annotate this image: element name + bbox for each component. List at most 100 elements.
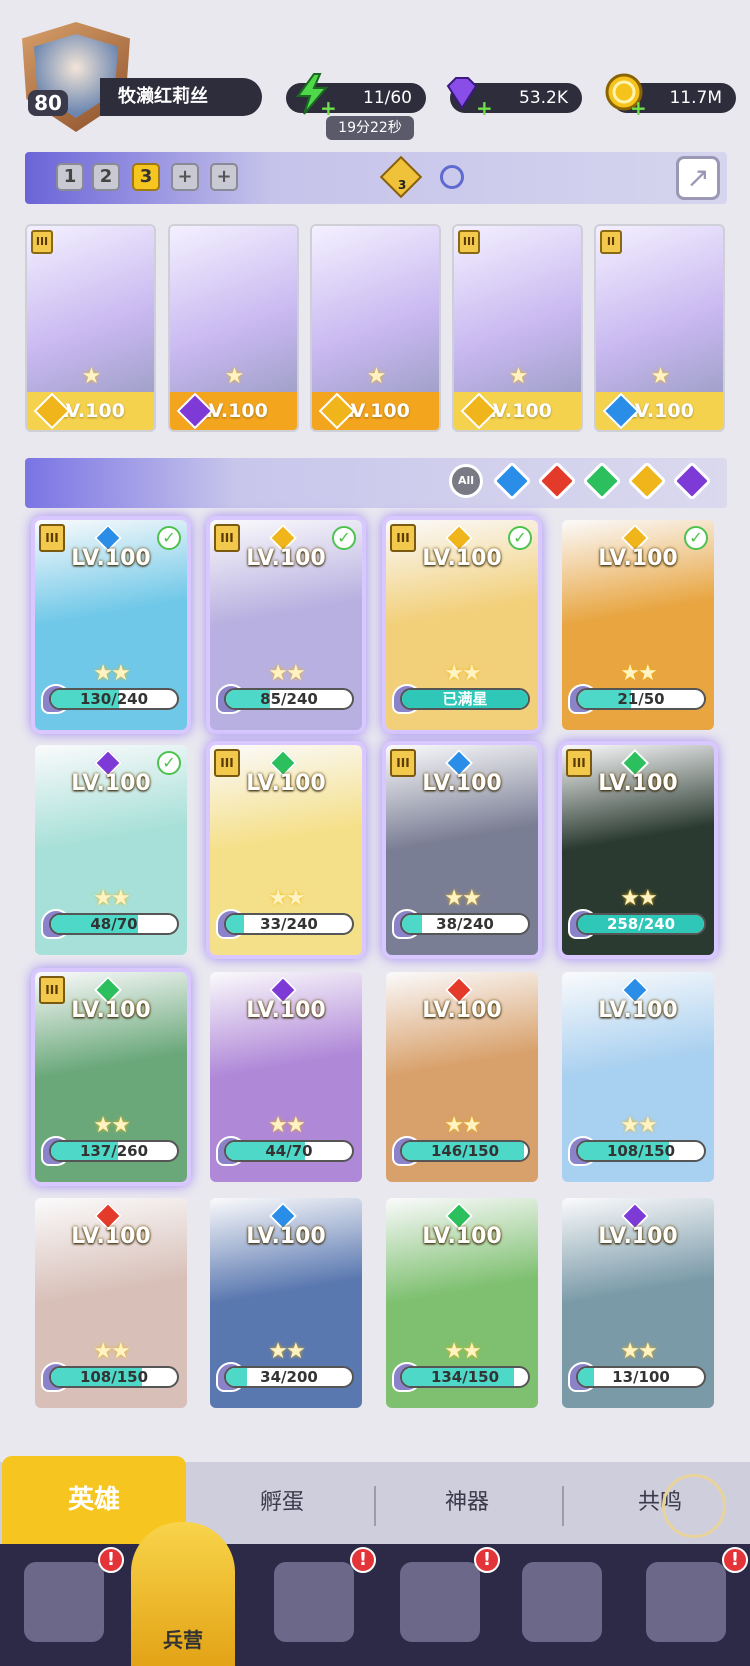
hero-level: LV.100 (246, 1224, 326, 1249)
star-rating: ★★ (268, 1339, 305, 1364)
shard-progress-bar: 已满星 (400, 688, 530, 710)
star-rating: ★★ (93, 1339, 130, 1364)
gems-plus-icon[interactable]: + (476, 98, 493, 118)
shard-progress-bar: 33/240 (224, 913, 354, 935)
shard-progress-bar: 44/70 (224, 1140, 354, 1162)
hero-card[interactable]: III ✓ LV.100 ★★ 已满星 (386, 520, 538, 730)
nav-banner-icon[interactable] (646, 1562, 726, 1642)
shard-progress-bar: 258/240 (576, 913, 706, 935)
shard-progress-bar: 34/200 (224, 1366, 354, 1388)
hero-card[interactable]: LV.100 ★★ 134/150 (386, 1198, 538, 1408)
team-slot[interactable]: III ★ LV.100 (452, 224, 583, 432)
tab-divider (374, 1486, 376, 1526)
shard-progress-bar: 108/150 (576, 1140, 706, 1162)
shard-count: 48/70 (90, 915, 138, 933)
hero-level: LV.100 (246, 998, 326, 1023)
star-rating: ★★ (620, 661, 657, 686)
hero-level: LV.100 (422, 771, 502, 796)
hero-level: LV.100 (71, 546, 151, 571)
team-slot[interactable]: ★ LV.100 (310, 224, 441, 432)
hero-level: LV.100 (598, 1224, 678, 1249)
filter-all-button[interactable]: All (449, 464, 483, 498)
team-bar (25, 152, 727, 204)
team-tab-1[interactable]: 1 (56, 163, 84, 191)
rank-badge: III (458, 230, 480, 254)
tab-artifacts[interactable]: 神器 (445, 1484, 489, 1516)
share-icon[interactable]: ↗ (676, 156, 720, 200)
rank-badge: II (600, 230, 622, 254)
player-name: 牧濑红莉丝 (100, 78, 262, 116)
energy-plus-icon[interactable]: + (320, 98, 337, 118)
hero-card[interactable]: LV.100 ★★ 146/150 (386, 972, 538, 1182)
team-slot[interactable]: II ★ LV.100 (594, 224, 725, 432)
shard-count: 108/150 (79, 1368, 149, 1386)
hero-card[interactable]: III ✓ LV.100 ★★ 130/240 (35, 520, 187, 730)
hero-level: LV.100 (422, 1224, 502, 1249)
shard-progress-bar: 146/150 (400, 1140, 530, 1162)
shard-progress-bar: 85/240 (224, 688, 354, 710)
player-level: 80 (28, 90, 68, 116)
shard-count: 38/240 (436, 915, 494, 933)
hero-level: LV.100 (71, 998, 151, 1023)
shard-count: 33/240 (260, 915, 318, 933)
star-rating: ★ (224, 364, 245, 389)
star-rating: ★★ (268, 886, 305, 911)
team-tab-add-2[interactable]: + (210, 163, 238, 191)
nav-barracks-label: 兵营 (163, 1628, 203, 1652)
hero-level: LV.100 (71, 771, 151, 796)
hero-card[interactable]: III LV.100 ★★ 258/240 (562, 745, 714, 955)
star-rating: ★★ (620, 1339, 657, 1364)
shard-count: 137/260 (79, 1142, 149, 1160)
top-bar: 80 牧濑红莉丝 11/60 + 19分22秒 53.2K + 11.7M + (0, 0, 750, 150)
shard-count: 13/100 (612, 1368, 670, 1386)
shard-count: 134/150 (430, 1368, 500, 1386)
team-tab-3[interactable]: 3 (132, 163, 160, 191)
hero-level: LV.100 (598, 546, 678, 571)
hero-card[interactable]: III LV.100 ★★ 33/240 (210, 745, 362, 955)
shard-progress-bar: 21/50 (576, 688, 706, 710)
team-slot[interactable]: III ★ LV.100 (25, 224, 156, 432)
hero-card[interactable]: LV.100 ★★ 108/150 (562, 972, 714, 1182)
shard-count: 146/150 (430, 1142, 500, 1160)
star-rating: ★ (366, 364, 387, 389)
team-tab-2[interactable]: 2 (92, 163, 120, 191)
shard-count: 85/240 (260, 690, 318, 708)
star-rating: ★★ (444, 1339, 481, 1364)
floating-ring-button[interactable] (662, 1474, 726, 1538)
nav-book-icon[interactable] (274, 1562, 354, 1642)
team-slot[interactable]: ★ LV.100 (168, 224, 299, 432)
shard-count: 108/150 (606, 1142, 676, 1160)
hero-level: LV.100 (598, 771, 678, 796)
hero-card[interactable]: LV.100 ★★ 108/150 (35, 1198, 187, 1408)
shard-count: 44/70 (265, 1142, 313, 1160)
hero-card[interactable]: LV.100 ★★ 13/100 (562, 1198, 714, 1408)
alert-badge: ! (98, 1547, 124, 1573)
shard-progress-bar: 108/150 (49, 1366, 179, 1388)
hero-card[interactable]: III LV.100 ★★ 38/240 (386, 745, 538, 955)
hero-level: LV.100 (71, 1224, 151, 1249)
filter-bar (25, 458, 727, 508)
shard-progress-bar: 48/70 (49, 913, 179, 935)
tab-hatch[interactable]: 孵蛋 (260, 1484, 304, 1516)
hero-card[interactable]: III ✓ LV.100 ★★ 85/240 (210, 520, 362, 730)
shard-count: 已满星 (442, 690, 488, 708)
coins-plus-icon[interactable]: + (630, 98, 647, 118)
alert-badge: ! (350, 1547, 376, 1573)
team-tab-add-1[interactable]: + (171, 163, 199, 191)
shard-count: 21/50 (617, 690, 665, 708)
star-rating: ★ (650, 364, 671, 389)
nav-shrine-icon[interactable] (400, 1562, 480, 1642)
shard-progress-bar: 130/240 (49, 688, 179, 710)
nav-mushroom-icon[interactable] (522, 1562, 602, 1642)
hero-level: LV.100 (598, 998, 678, 1023)
hero-level: LV.100 (246, 771, 326, 796)
star-rating: ★★ (444, 1113, 481, 1138)
hero-card[interactable]: LV.100 ★★ 34/200 (210, 1198, 362, 1408)
search-icon[interactable] (440, 165, 464, 189)
hero-card[interactable]: ✓ LV.100 ★★ 48/70 (35, 745, 187, 955)
nav-cards-icon[interactable] (24, 1562, 104, 1642)
hero-card[interactable]: LV.100 ★★ 44/70 (210, 972, 362, 1182)
hero-card[interactable]: III LV.100 ★★ 137/260 (35, 972, 187, 1182)
hero-level: LV.100 (422, 546, 502, 571)
hero-card[interactable]: ✓ LV.100 ★★ 21/50 (562, 520, 714, 730)
